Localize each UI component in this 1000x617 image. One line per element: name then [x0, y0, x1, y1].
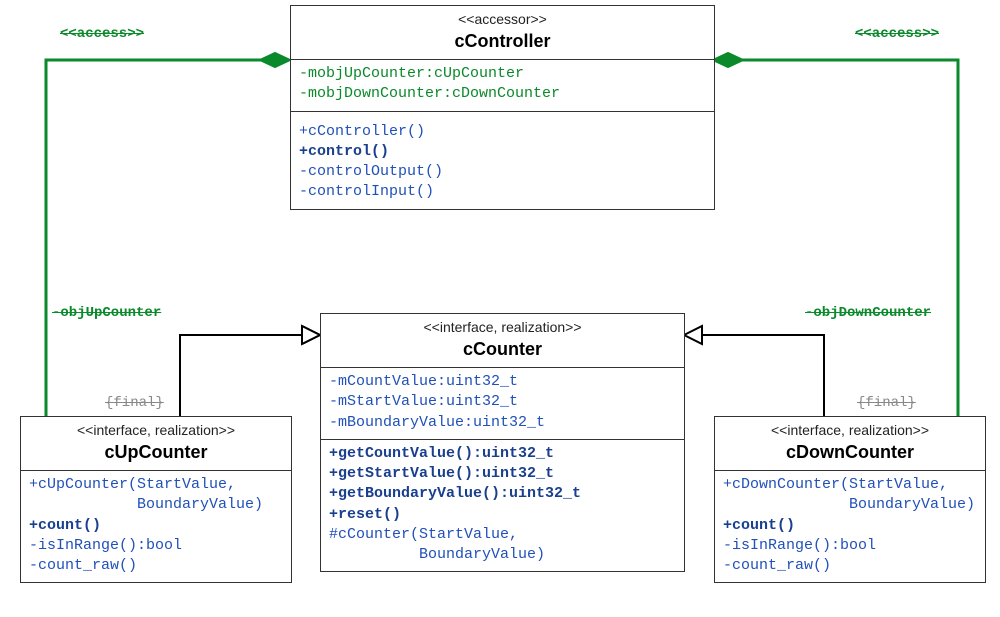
edge-upcounter-counter-arrow — [302, 326, 320, 344]
stereotype: <<interface, realization>> — [721, 421, 979, 440]
edge-controller-downcounter — [713, 53, 983, 430]
label-access-left: <<access>> — [60, 26, 144, 42]
op: +control() — [299, 142, 708, 162]
op: +cController() — [299, 122, 708, 142]
op: #cCounter(StartValue, — [329, 525, 678, 545]
stereotype: <<interface, realization>> — [327, 318, 678, 337]
op: BoundaryValue) — [29, 495, 285, 515]
class-name: cDownCounter — [721, 440, 979, 464]
attributes: -mobjUpCounter:cUpCounter -mobjDownCount… — [291, 59, 714, 111]
operations: +cUpCounter(StartValue, BoundaryValue) +… — [21, 470, 291, 582]
label-objup: -objUpCounter — [52, 305, 161, 321]
operations: +cDownCounter(StartValue, BoundaryValue)… — [715, 470, 985, 582]
op: +cDownCounter(StartValue, — [723, 475, 979, 495]
class-header: <<interface, realization>> cUpCounter — [21, 417, 291, 470]
operations: +getCountValue():uint32_t +getStartValue… — [321, 439, 684, 572]
stereotype: <<interface, realization>> — [27, 421, 285, 440]
operations: +cController() +control() -controlOutput… — [291, 111, 714, 209]
edge-downcounter-counter-realization — [684, 326, 824, 416]
class-ccontroller: <<accessor>> cController -mobjUpCounter:… — [290, 5, 715, 210]
edge-controller-upcounter — [20, 53, 290, 430]
attr: -mBoundaryValue:uint32_t — [329, 413, 678, 433]
op: +reset() — [329, 505, 678, 525]
uml-canvas: <<accessor>> cController -mobjUpCounter:… — [0, 0, 1000, 617]
attr: -mStartValue:uint32_t — [329, 392, 678, 412]
op: -controlOutput() — [299, 162, 708, 182]
class-header: <<interface, realization>> cCounter — [321, 314, 684, 367]
op: +getCountValue():uint32_t — [329, 444, 678, 464]
edge-upcounter-counter-realization — [180, 327, 320, 416]
op: -count_raw() — [29, 556, 285, 576]
class-header: <<accessor>> cController — [291, 6, 714, 59]
class-name: cController — [297, 29, 708, 53]
label-final-left: {final} — [105, 395, 164, 411]
label-final-right: {final} — [857, 395, 916, 411]
attr: -mCountValue:uint32_t — [329, 372, 678, 392]
attributes: -mCountValue:uint32_t -mStartValue:uint3… — [321, 367, 684, 439]
class-ccounter: <<interface, realization>> cCounter -mCo… — [320, 313, 685, 572]
op: -isInRange():bool — [29, 536, 285, 556]
class-cupcounter: <<interface, realization>> cUpCounter +c… — [20, 416, 292, 583]
label-access-right: <<access>> — [855, 26, 939, 42]
stereotype: <<accessor>> — [297, 10, 708, 29]
class-name: cCounter — [327, 337, 678, 361]
class-header: <<interface, realization>> cDownCounter — [715, 417, 985, 470]
op: +count() — [29, 516, 285, 536]
op: +cUpCounter(StartValue, — [29, 475, 285, 495]
op: BoundaryValue) — [329, 545, 678, 565]
attr: -mobjDownCounter:cDownCounter — [299, 84, 708, 104]
op: -controlInput() — [299, 182, 708, 202]
op: +count() — [723, 516, 979, 536]
label-objdown: -objDownCounter — [805, 305, 931, 321]
class-name: cUpCounter — [27, 440, 285, 464]
op: BoundaryValue) — [723, 495, 979, 515]
op: -isInRange():bool — [723, 536, 979, 556]
attr: -mobjUpCounter:cUpCounter — [299, 64, 708, 84]
class-cdowncounter: <<interface, realization>> cDownCounter … — [714, 416, 986, 583]
op: +getStartValue():uint32_t — [329, 464, 678, 484]
op: +getBoundaryValue():uint32_t — [329, 484, 678, 504]
op: -count_raw() — [723, 556, 979, 576]
